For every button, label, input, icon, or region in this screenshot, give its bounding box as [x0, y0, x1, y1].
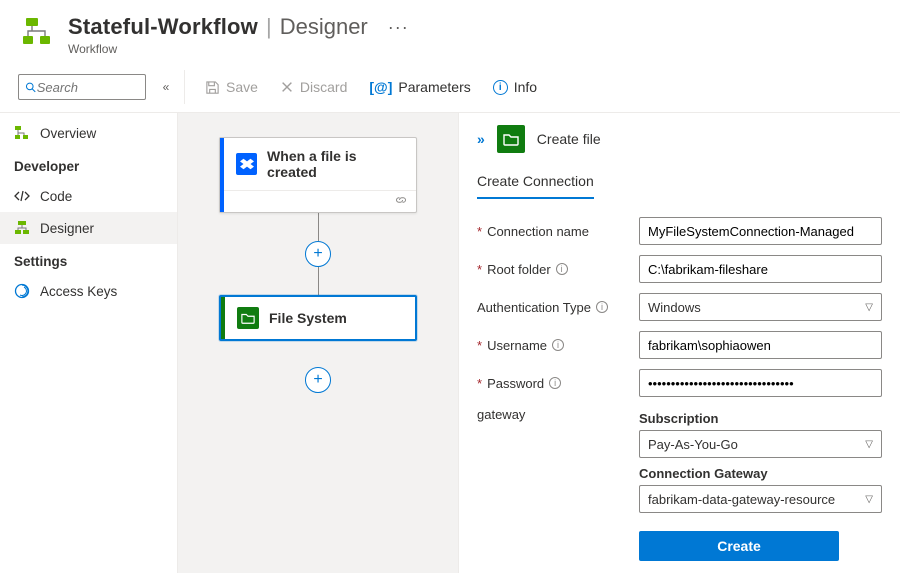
sidebar-item-code[interactable]: Code [0, 180, 177, 212]
action-node-file-system[interactable]: File System [219, 295, 417, 341]
discard-icon [280, 80, 294, 94]
search-icon [25, 81, 37, 94]
sidebar-item-designer[interactable]: Designer [0, 212, 177, 244]
action-panel: » Create file Create Connection *Connect… [458, 113, 900, 573]
create-button[interactable]: Create [639, 531, 839, 561]
info-icon: i [493, 80, 508, 95]
label-password: *Passwordi [477, 376, 627, 391]
sidebar-label-designer: Designer [40, 221, 94, 236]
info-icon-pass[interactable]: i [549, 377, 561, 389]
chevron-down-icon: ▽ [865, 439, 873, 450]
title-separator: | [266, 14, 272, 40]
label-connection-name: *Connection name [477, 224, 627, 239]
action-accent [221, 297, 225, 339]
more-icon[interactable]: ··· [388, 17, 409, 38]
input-username[interactable] [639, 331, 882, 359]
page-title: Stateful-Workflow [68, 14, 258, 40]
toolbar-divider [184, 70, 185, 104]
panel-title: Create file [537, 131, 601, 147]
code-icon [14, 188, 30, 204]
chevron-down-icon: ▽ [865, 494, 873, 505]
label-auth-type: Authentication Typei [477, 300, 627, 315]
info-icon-root[interactable]: i [556, 263, 568, 275]
select-auth-type[interactable]: Windows ▽ [639, 293, 882, 321]
panel-tabs: Create Connection [477, 167, 882, 199]
save-button[interactable]: Save [195, 75, 268, 99]
collapse-panel-icon[interactable]: » [477, 131, 485, 147]
input-connection-name[interactable] [639, 217, 882, 245]
chevron-down-icon: ▽ [865, 302, 873, 313]
select-subscription-value: Pay-As-You-Go [648, 437, 738, 452]
parameters-button[interactable]: [@] Parameters [359, 75, 480, 99]
sidebar-label-access-keys: Access Keys [40, 284, 117, 299]
search-input[interactable] [37, 80, 145, 95]
panel-file-icon [497, 125, 525, 153]
label-subscription: Subscription [639, 411, 882, 426]
page-subtitle: Workflow [68, 42, 409, 56]
sidebar-item-access-keys[interactable]: Access Keys [0, 275, 177, 307]
dropbox-icon [236, 153, 257, 175]
select-auth-value: Windows [648, 300, 701, 315]
input-password[interactable] [639, 369, 882, 397]
trigger-accent [220, 138, 224, 212]
access-keys-icon [14, 283, 30, 299]
page-header: Stateful-Workflow | Designer ··· Workflo… [0, 0, 900, 66]
file-system-icon [237, 307, 259, 329]
label-gateway: gateway [477, 407, 627, 422]
info-icon-user[interactable]: i [552, 339, 564, 351]
tab-create-connection[interactable]: Create Connection [477, 167, 594, 199]
workflow-icon [20, 14, 56, 50]
connector-line [318, 213, 319, 241]
label-root-folder: *Root folderi [477, 262, 627, 277]
info-icon-auth[interactable]: i [596, 301, 608, 313]
trigger-link-icon[interactable] [220, 190, 416, 212]
add-step-button-2[interactable]: + [305, 367, 331, 393]
add-step-button[interactable]: + [305, 241, 331, 267]
discard-button[interactable]: Discard [270, 75, 357, 99]
sidebar-label-code: Code [40, 189, 72, 204]
sidebar-item-overview[interactable]: Overview [0, 117, 177, 149]
page-section: Designer [280, 14, 368, 40]
sidebar-label-overview: Overview [40, 126, 96, 141]
connector-line-2 [318, 267, 319, 295]
label-connection-gateway: Connection Gateway [639, 466, 882, 481]
parameters-label: Parameters [398, 79, 470, 95]
search-input-wrapper[interactable] [18, 74, 146, 100]
label-username: *Usernamei [477, 338, 627, 353]
parameters-icon: [@] [369, 79, 392, 95]
select-connection-gateway[interactable]: fabrikam-data-gateway-resource ▽ [639, 485, 882, 513]
designer-icon [14, 220, 30, 236]
overview-icon [14, 125, 30, 141]
trigger-node[interactable]: When a file is created [219, 137, 417, 213]
select-subscription[interactable]: Pay-As-You-Go ▽ [639, 430, 882, 458]
select-gateway-value: fabrikam-data-gateway-resource [648, 492, 835, 507]
sidebar: Overview Developer Code Designer Setting… [0, 113, 178, 573]
info-button[interactable]: i Info [483, 75, 547, 99]
discard-label: Discard [300, 79, 347, 95]
trigger-label: When a file is created [267, 148, 404, 180]
action-label: File System [269, 310, 347, 326]
designer-canvas[interactable]: When a file is created + File System + [178, 113, 458, 573]
sidebar-heading-settings: Settings [0, 244, 177, 275]
sidebar-heading-developer: Developer [0, 149, 177, 180]
collapse-sidebar-icon[interactable]: « [156, 80, 176, 94]
toolbar: « Save Discard [@] Parameters i Info [0, 66, 900, 113]
save-label: Save [226, 79, 258, 95]
input-root-folder[interactable] [639, 255, 882, 283]
save-icon [205, 80, 220, 95]
info-label: Info [514, 79, 537, 95]
